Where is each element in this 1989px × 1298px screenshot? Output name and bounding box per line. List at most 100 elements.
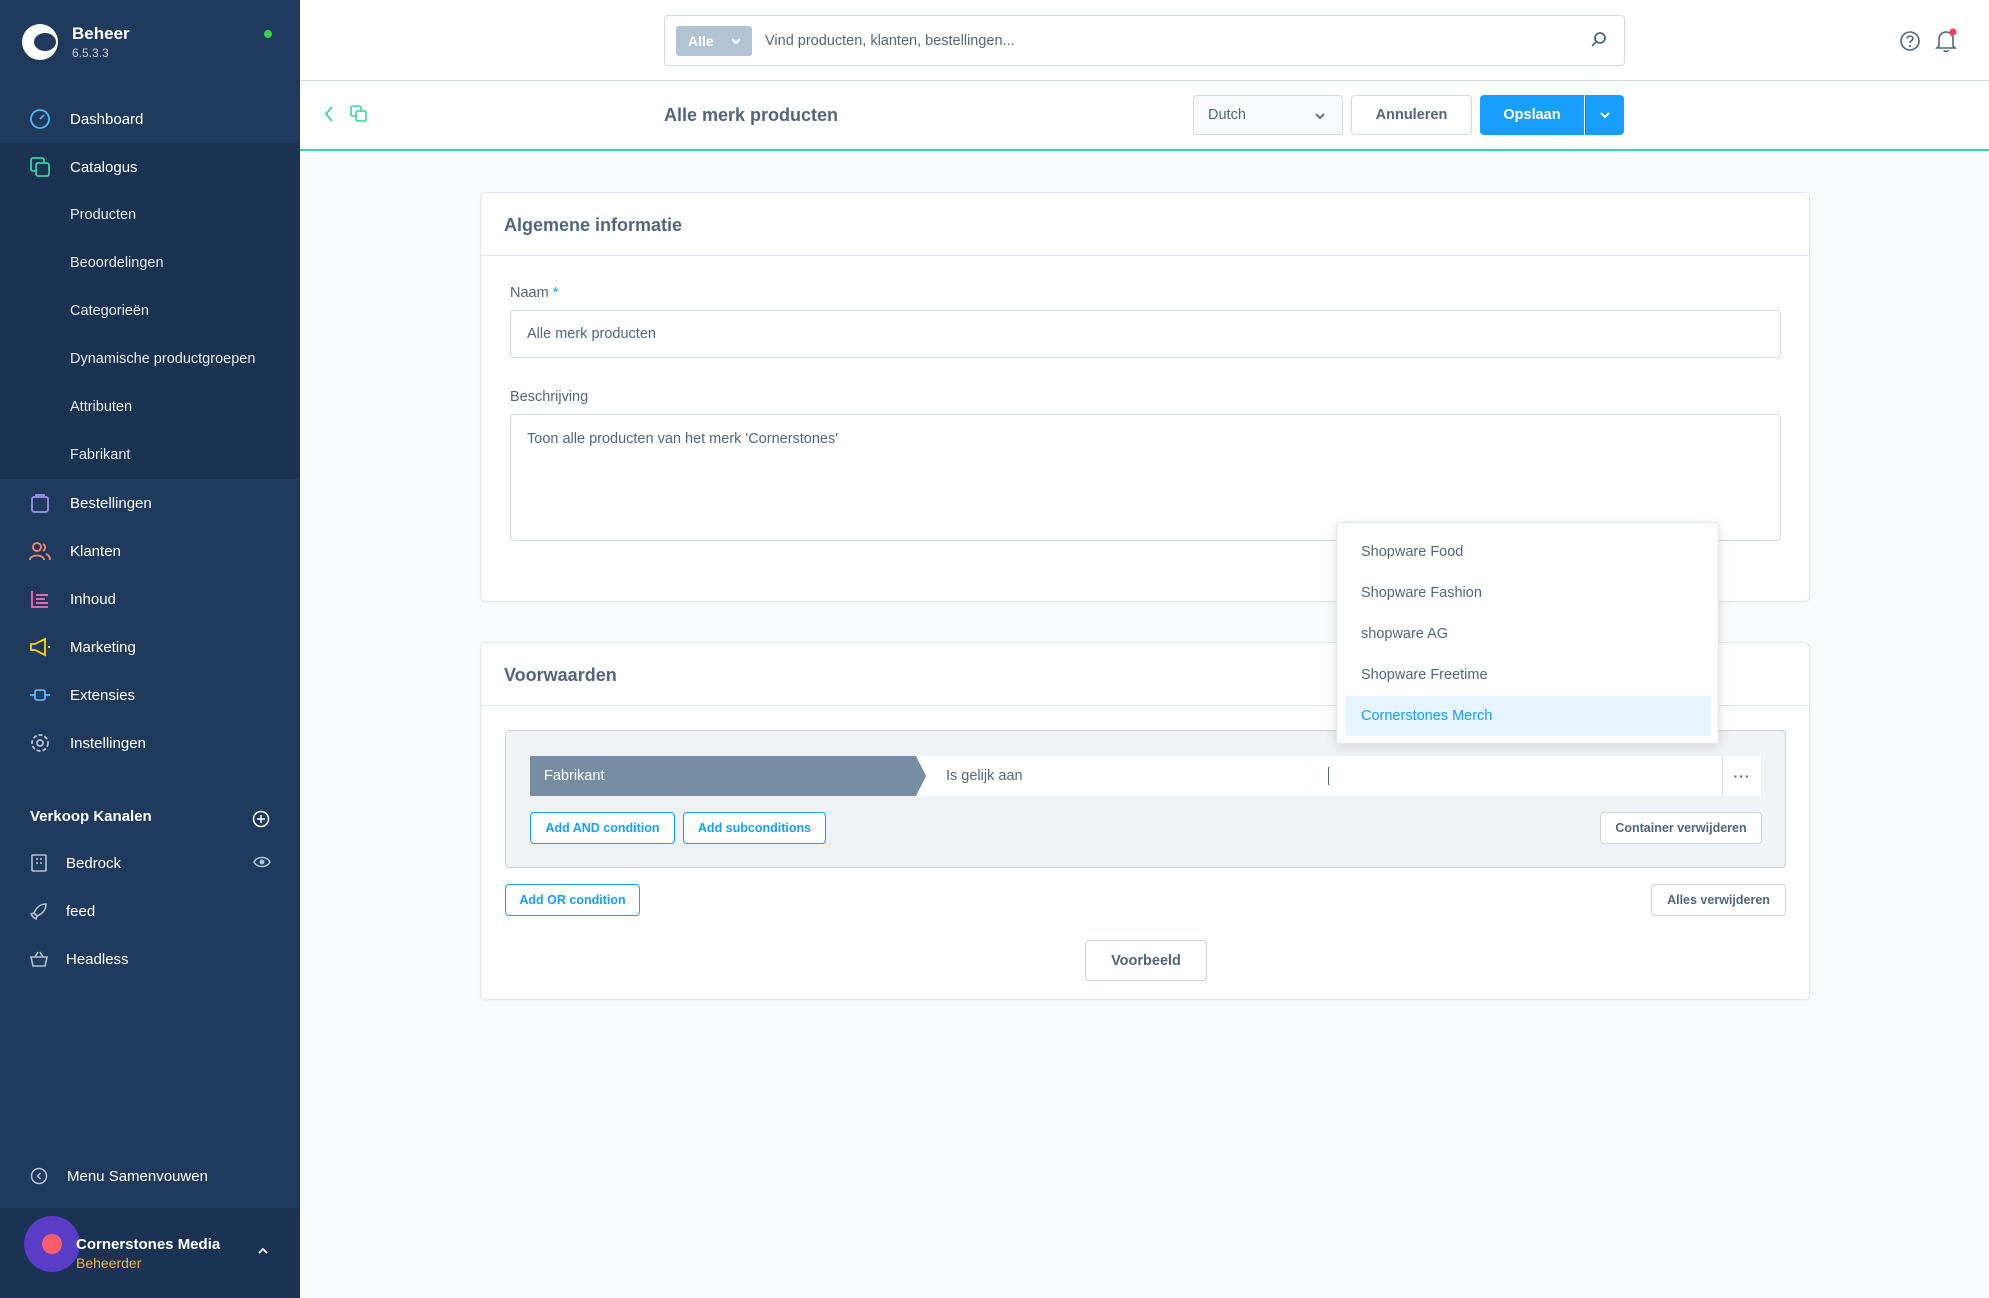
copy-icon[interactable]: [350, 105, 368, 128]
cancel-button[interactable]: Annuleren: [1351, 95, 1472, 135]
bag-icon: [28, 491, 52, 515]
condition-value-input[interactable]: [1306, 756, 1723, 796]
dropdown-option[interactable]: Shopware Food: [1345, 532, 1711, 572]
sidebar-subitem-attributes[interactable]: Attributen: [70, 383, 132, 431]
language-select[interactable]: Dutch: [1193, 95, 1343, 135]
sidebar-item-label: Bestellingen: [70, 494, 152, 512]
sidebar-item-settings[interactable]: Instellingen: [0, 719, 300, 767]
sidebar-subitem-reviews[interactable]: Beoordelingen: [70, 239, 164, 287]
app-name: Beheer: [72, 24, 130, 43]
storefront-icon: [28, 852, 50, 874]
sidebar-item-label: Extensies: [70, 686, 136, 704]
gear-icon: [28, 731, 52, 755]
stack-icon: [28, 155, 52, 179]
search-type-select[interactable]: Alle: [676, 26, 752, 56]
required-marker: *: [552, 285, 559, 301]
menu-collapse-label: Menu Samenvouwen: [67, 1167, 208, 1185]
sidebar-item-extensions[interactable]: Extensies: [0, 671, 300, 719]
save-options-button[interactable]: [1585, 95, 1624, 135]
divider: [481, 255, 1809, 256]
sidebar-item-label: Catalogus: [70, 158, 138, 176]
manufacturer-dropdown: Shopware Food Shopware Fashion shopware …: [1336, 522, 1719, 744]
name-input[interactable]: Alle merk producten: [510, 310, 1781, 358]
notification-badge: [1949, 28, 1957, 36]
rocket-icon: [28, 900, 50, 922]
sidebar-item-catalog[interactable]: Catalogus: [0, 143, 300, 191]
arrow-left-icon[interactable]: [322, 105, 336, 128]
sidebar-item-label: Inhoud: [70, 590, 116, 608]
card-title: Algemene informatie: [504, 215, 683, 235]
chevron-down-icon: [731, 38, 741, 45]
search-type-label: Alle: [688, 33, 714, 49]
sidebar-item-marketing[interactable]: Marketing: [0, 623, 300, 671]
condition-more-menu[interactable]: ···: [1722, 756, 1761, 796]
brand-text: Beheer 6.5.3.3: [72, 24, 130, 60]
help-icon[interactable]: [1899, 30, 1921, 57]
language-value: Dutch: [1208, 107, 1246, 123]
sidebar-item-customers[interactable]: Klanten: [0, 527, 300, 575]
sidebar-item-orders[interactable]: Bestellingen: [0, 479, 300, 527]
search-input[interactable]: [765, 26, 1565, 56]
catalog-section: [0, 143, 300, 479]
eye-icon[interactable]: [253, 855, 271, 873]
chevron-up-icon[interactable]: [256, 1244, 270, 1258]
brand[interactable]: Beheer 6.5.3.3: [22, 24, 130, 60]
chevron-down-icon: [1315, 113, 1325, 120]
sidebar-subitem-dynamic-product-groups[interactable]: Dynamische productgroepen: [70, 335, 255, 383]
add-sales-channel-icon[interactable]: [252, 810, 270, 833]
name-label-text: Naam: [510, 285, 549, 301]
action-bar: Alle merk producten Dutch Annuleren Opsl…: [300, 81, 1989, 151]
channel-item-feed[interactable]: feed: [0, 887, 300, 935]
preview-button[interactable]: Voorbeeld: [1085, 940, 1207, 981]
channel-item-headless[interactable]: Headless: [0, 935, 300, 983]
dropdown-option[interactable]: Shopware Freetime: [1345, 655, 1711, 695]
menu-collapse-button[interactable]: Menu Samenvouwen: [0, 1152, 300, 1200]
topbar: Alle: [300, 0, 1989, 81]
search-icon[interactable]: [1590, 31, 1608, 54]
shopware-logo-icon: [22, 24, 58, 60]
user-role: Beheerder: [76, 1255, 142, 1271]
content-icon: [28, 587, 52, 611]
add-and-condition-button[interactable]: Add AND condition: [530, 812, 675, 844]
channel-item-bedrock[interactable]: Bedrock: [0, 839, 300, 887]
global-search[interactable]: Alle: [664, 15, 1625, 66]
status-online-icon: [264, 30, 272, 38]
users-icon: [28, 539, 52, 563]
sidebar-item-dashboard[interactable]: Dashboard: [0, 95, 300, 143]
name-label: Naam *: [510, 285, 558, 301]
condition-field-select[interactable]: Fabrikant: [530, 756, 928, 796]
page-title: Alle merk producten: [664, 105, 839, 125]
user-name: Cornerstones Media: [76, 1236, 221, 1253]
channel-label: Bedrock: [66, 854, 122, 872]
sidebar-subitem-products[interactable]: Producten: [70, 191, 136, 239]
add-or-condition-button[interactable]: Add OR condition: [505, 884, 640, 916]
dropdown-option-highlighted[interactable]: Cornerstones Merch: [1345, 696, 1711, 736]
gauge-icon: [28, 107, 52, 131]
bell-icon[interactable]: [1934, 28, 1958, 59]
chevron-left-circle-icon: [30, 1167, 48, 1189]
remove-container-button[interactable]: Container verwijderen: [1600, 812, 1762, 844]
text-caret: [1328, 767, 1329, 785]
remove-all-button[interactable]: Alles verwijderen: [1651, 884, 1786, 916]
card-title: Voorwaarden: [504, 665, 617, 685]
plug-icon: [28, 683, 52, 707]
save-button[interactable]: Opslaan: [1480, 95, 1584, 135]
basket-icon: [28, 948, 50, 970]
condition-operator-select[interactable]: Is gelijk aan: [916, 756, 1316, 796]
dropdown-option[interactable]: shopware AG: [1345, 614, 1711, 654]
channel-label: Headless: [66, 950, 129, 968]
sidebar-item-content[interactable]: Inhoud: [0, 575, 300, 623]
app-version: 6.5.3.3: [72, 46, 109, 60]
megaphone-icon: [28, 635, 52, 659]
avatar[interactable]: [24, 1216, 80, 1272]
description-label: Beschrijving: [510, 389, 589, 405]
sidebar-subitem-categories[interactable]: Categorieën: [70, 287, 149, 335]
sidebar-item-label: Instellingen: [70, 734, 146, 752]
dropdown-option[interactable]: Shopware Fashion: [1345, 573, 1711, 613]
chevron-down-icon: [1600, 112, 1610, 119]
condition-container: Fabrikant Is gelijk aan ··· Add AND cond…: [505, 730, 1786, 868]
sidebar-item-label: Dashboard: [70, 110, 144, 128]
sidebar-subitem-manufacturer[interactable]: Fabrikant: [70, 431, 130, 479]
add-subconditions-button[interactable]: Add subconditions: [683, 812, 826, 844]
sidebar: Beheer 6.5.3.3 Dashboard Catalogus Produ…: [0, 0, 300, 1298]
